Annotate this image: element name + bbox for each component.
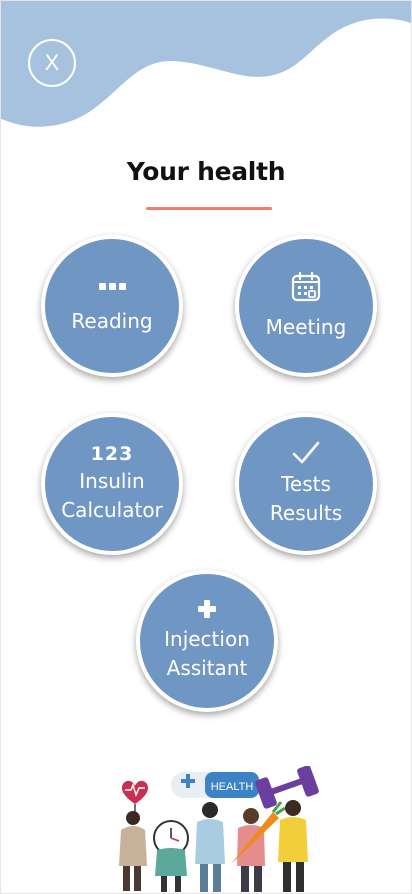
insulin-label-line1: Insulin	[79, 469, 145, 493]
checkmark-icon	[291, 440, 321, 466]
health-menu-screen: X Your health Reading Meeting 123 Insuli…	[0, 0, 412, 894]
page-title: Your health	[126, 157, 286, 186]
reading-button[interactable]: Reading	[41, 235, 183, 377]
insulin-label-line2: Calculator	[61, 498, 163, 522]
injection-label-line2: Assitant	[166, 656, 248, 680]
dots-icon	[98, 277, 126, 297]
insulin-calculator-button[interactable]: 123 Insulin Calculator	[41, 413, 183, 555]
tests-results-button[interactable]: Tests Results	[235, 413, 377, 555]
calendar-icon	[290, 271, 322, 303]
tests-label-line2: Results	[269, 501, 343, 525]
close-button[interactable]: X	[28, 39, 76, 87]
meeting-button[interactable]: Meeting	[235, 235, 377, 377]
injection-label-line1: Injection	[164, 627, 250, 651]
meeting-label: Meeting	[265, 314, 347, 339]
title-underline	[146, 207, 272, 210]
close-icon: X	[44, 50, 60, 75]
reading-label: Reading	[71, 308, 153, 333]
health-people-illustration: HEALTH	[119, 766, 319, 892]
injection-assistant-button[interactable]: Injection Assitant	[136, 570, 278, 712]
tests-label-line1: Tests	[281, 472, 331, 496]
numbers-icon: 123	[90, 443, 134, 465]
health-sign-text: HEALTH	[211, 781, 254, 793]
plus-icon	[197, 599, 217, 619]
